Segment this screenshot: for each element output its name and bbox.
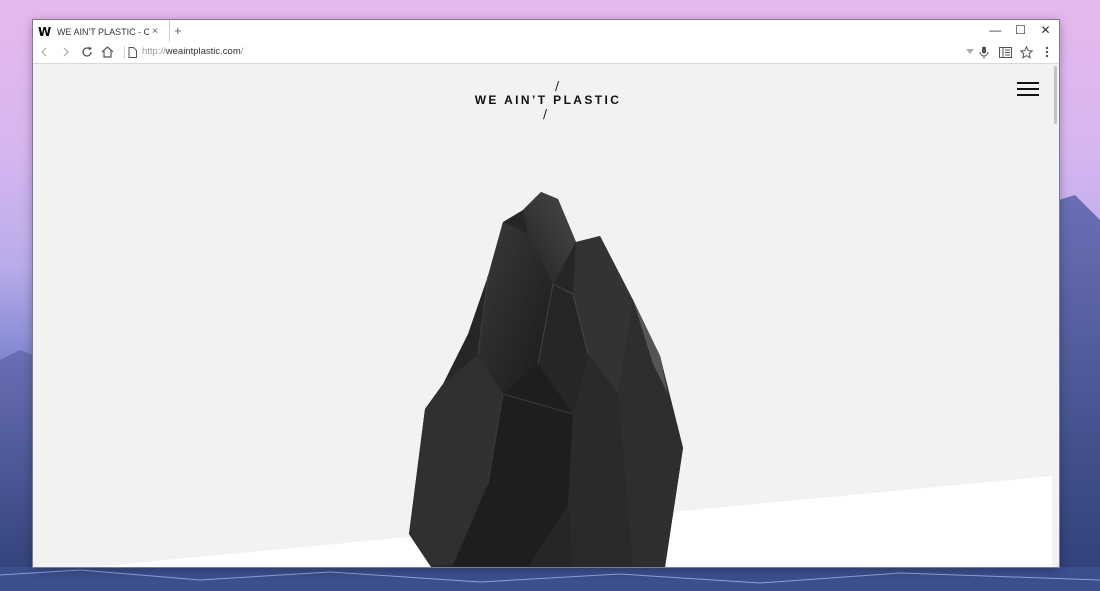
close-button[interactable]: ✕ [1033, 20, 1058, 40]
hamburger-line [1017, 88, 1039, 90]
hamburger-line [1017, 94, 1039, 96]
title-bar: W WE AIN'T PLASTIC - Crea... × + — ☐ ✕ [33, 20, 1059, 43]
logo-slash-bottom: / [542, 107, 548, 121]
back-icon[interactable] [36, 44, 52, 60]
favicon: W [38, 24, 52, 39]
tab-weaintplastic[interactable]: W WE AIN'T PLASTIC - Crea... × [33, 20, 170, 43]
site-logo[interactable]: / WE AIN’T PLASTIC / [473, 80, 623, 120]
tab-title: WE AIN'T PLASTIC - Crea... [57, 26, 149, 37]
page-viewport: / WE AIN’T PLASTIC / [33, 64, 1059, 567]
black-crystal-rock [409, 192, 683, 567]
logo-slash-top: / [554, 79, 560, 93]
hero-scene [93, 192, 1052, 567]
scrollbar[interactable] [1052, 64, 1059, 567]
url-protocol: http:// [142, 46, 166, 57]
home-icon[interactable] [99, 44, 115, 60]
logo-text: WE AIN’T PLASTIC [474, 93, 622, 107]
url-path: / [240, 46, 244, 57]
hamburger-line [1017, 82, 1039, 84]
maximize-button[interactable]: ☐ [1008, 20, 1033, 40]
tab-close-icon[interactable]: × [152, 26, 158, 37]
mic-icon[interactable] [976, 44, 992, 60]
url-host: weaintplastic.com [165, 46, 241, 57]
browser-toolbar: http://weaintplastic.com/ [33, 42, 1059, 64]
page-icon[interactable] [124, 44, 140, 60]
address-bar[interactable]: http://weaintplastic.com/ [142, 45, 243, 59]
browser-window: W WE AIN'T PLASTIC - Crea... × + — ☐ ✕ h… [33, 20, 1059, 567]
new-tab-button[interactable]: + [174, 23, 182, 39]
menu-icon[interactable] [1039, 44, 1055, 60]
minimize-button[interactable]: — [983, 20, 1008, 40]
forward-icon[interactable] [58, 44, 74, 60]
star-icon[interactable] [1018, 44, 1034, 60]
reader-icon[interactable] [997, 44, 1013, 60]
scrollbar-thumb[interactable] [1054, 66, 1057, 124]
reload-icon[interactable] [79, 44, 95, 60]
hamburger-icon[interactable] [1017, 82, 1039, 98]
